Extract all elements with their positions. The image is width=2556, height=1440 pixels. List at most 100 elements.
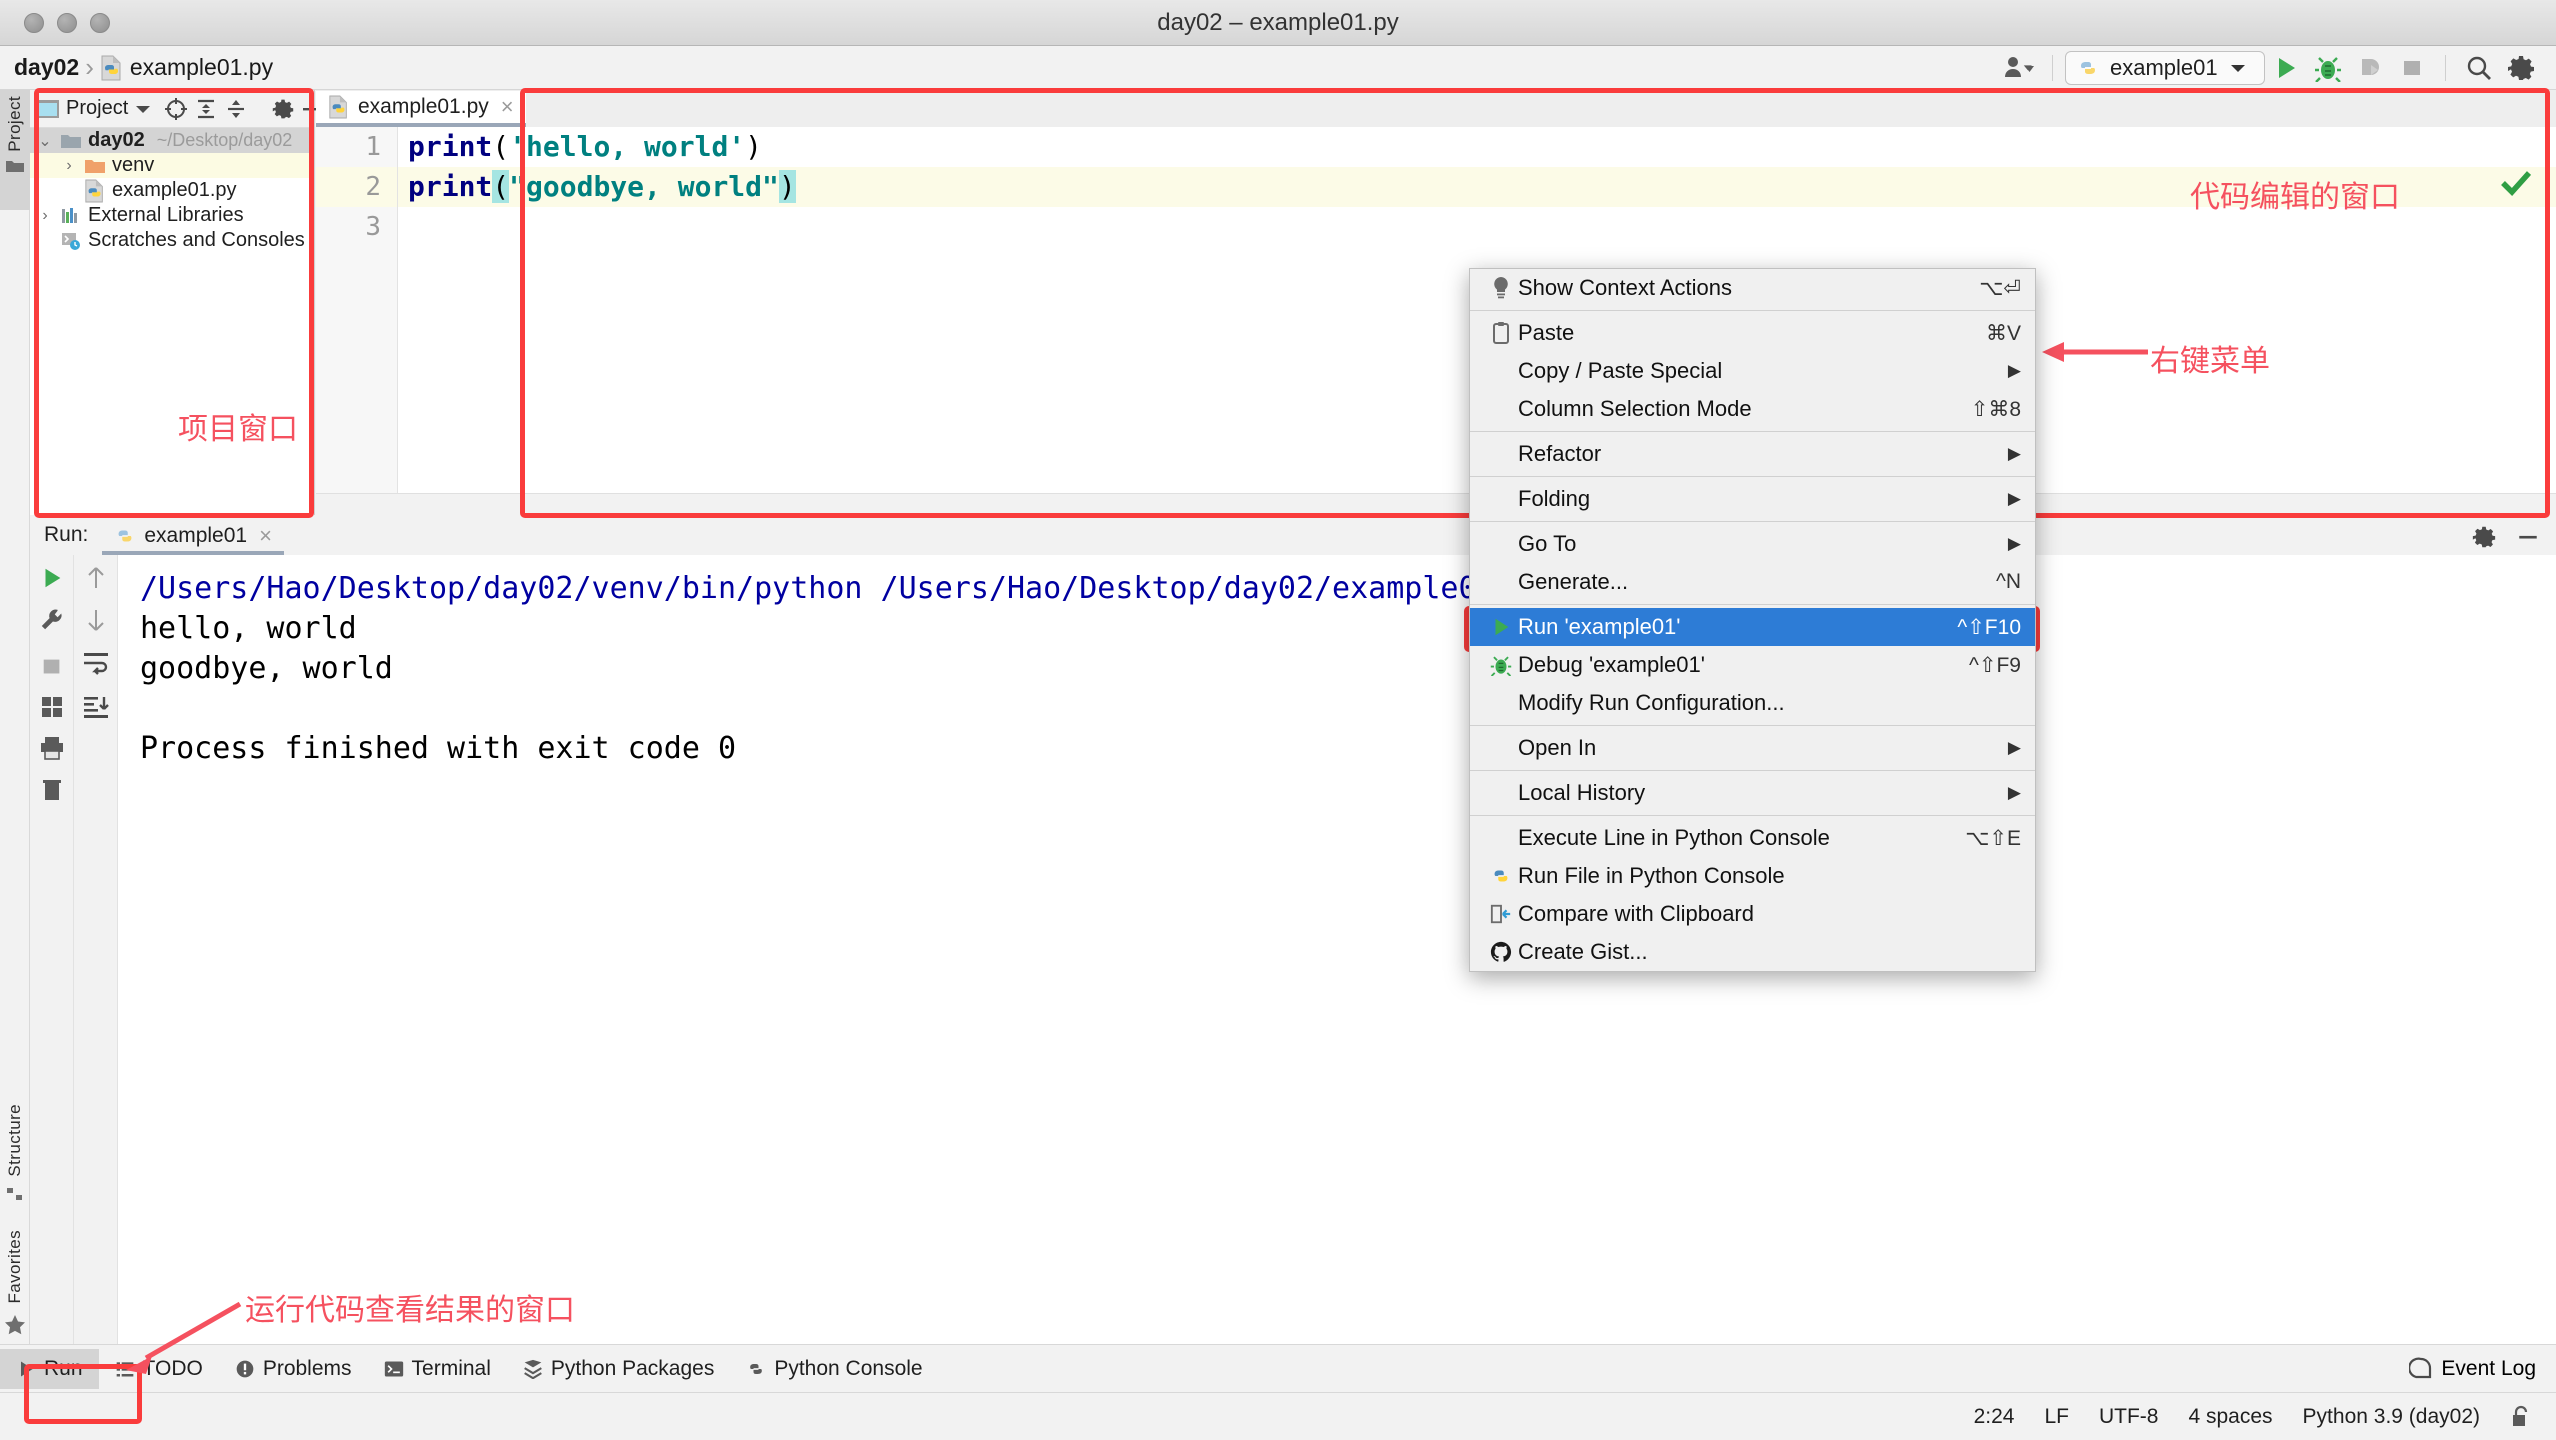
- menu-item-debug-example01[interactable]: Debug 'example01' ^⇧F9: [1470, 646, 2035, 684]
- breadcrumb-project[interactable]: day02: [14, 54, 79, 81]
- star-icon: [4, 1314, 26, 1336]
- expand-all-icon[interactable]: [194, 94, 218, 124]
- collapse-all-icon[interactable]: [224, 94, 248, 124]
- menu-item-generate[interactable]: Generate... ^N: [1470, 563, 2035, 601]
- chevron-right-icon[interactable]: ›: [36, 207, 54, 225]
- gear-icon[interactable]: [2472, 525, 2496, 549]
- stop-icon[interactable]: [40, 655, 64, 679]
- tree-item-venv[interactable]: › venv: [30, 153, 314, 178]
- project-view-icon: [36, 98, 60, 120]
- run-with-coverage-button[interactable]: [2349, 51, 2391, 85]
- window-title: day02 – example01.py: [0, 9, 2556, 37]
- hide-panel-icon[interactable]: [2516, 525, 2540, 549]
- menu-separator: [1470, 815, 2035, 816]
- close-icon[interactable]: ×: [259, 523, 272, 549]
- tab-example01-py[interactable]: example01.py ×: [316, 91, 526, 127]
- debug-button[interactable]: [2307, 51, 2349, 85]
- menu-item-shortcut: ^N: [1996, 570, 2021, 594]
- menu-item-shortcut: ⌥⇧E: [1965, 826, 2021, 851]
- rail-project-group: Project: [0, 90, 30, 210]
- menu-item-label: Execute Line in Python Console: [1518, 825, 1965, 851]
- caret-position[interactable]: 2:24: [1974, 1405, 2015, 1429]
- python-icon: [114, 525, 136, 547]
- lock-icon[interactable]: [2510, 1405, 2532, 1429]
- status-bar: 2:24 LF UTF-8 4 spaces Python 3.9 (day02…: [0, 1392, 2556, 1440]
- editor-context-menu[interactable]: Show Context Actions ⌥⏎ Paste ⌘V Copy / …: [1469, 268, 2036, 972]
- arrow-up-icon[interactable]: [83, 565, 109, 591]
- breadcrumb-file[interactable]: example01.py: [130, 54, 273, 81]
- run-configuration-name: example01: [2110, 55, 2218, 81]
- run-tool-window: Run: example01 ×: [30, 515, 2556, 1344]
- sidebar-item-project[interactable]: Project: [5, 96, 25, 152]
- search-icon[interactable]: [2458, 51, 2500, 85]
- sidebar-item-structure[interactable]: Structure: [5, 1104, 25, 1177]
- toolbar-divider: [2052, 55, 2053, 81]
- tree-item-external-libraries[interactable]: › External Libraries: [30, 203, 314, 228]
- menu-item-copy-paste-special[interactable]: Copy / Paste Special ▶: [1470, 352, 2035, 390]
- scroll-to-end-icon[interactable]: [81, 693, 111, 721]
- gear-icon[interactable]: [2500, 51, 2542, 85]
- run-tab-example01[interactable]: example01 ×: [102, 521, 284, 555]
- menu-item-run-file-in-python-console[interactable]: Run File in Python Console: [1470, 857, 2035, 895]
- menu-item-go-to[interactable]: Go To ▶: [1470, 525, 2035, 563]
- wrench-icon[interactable]: [39, 607, 65, 633]
- menu-item-open-in[interactable]: Open In ▶: [1470, 729, 2035, 767]
- submenu-arrow-icon: ▶: [2008, 361, 2021, 381]
- print-icon[interactable]: [39, 735, 65, 761]
- project-tree: ⌄ day02 ~/Desktop/day02 › venv: [30, 128, 314, 253]
- python-interpreter[interactable]: Python 3.9 (day02): [2303, 1405, 2480, 1429]
- structure-icon: [6, 1186, 24, 1202]
- bottom-tab-python-packages[interactable]: Python Packages: [507, 1349, 730, 1389]
- python-file-icon: [84, 179, 106, 203]
- event-log-button[interactable]: Event Log: [2409, 1357, 2556, 1381]
- console-output[interactable]: /Users/Hao/Desktop/day02/venv/bin/python…: [118, 555, 2556, 1344]
- grid-icon[interactable]: [40, 695, 64, 719]
- tree-item-label: day02: [88, 129, 145, 152]
- menu-item-folding[interactable]: Folding ▶: [1470, 480, 2035, 518]
- menu-item-compare-with-clipboard[interactable]: Compare with Clipboard: [1470, 895, 2035, 933]
- bottom-tab-terminal[interactable]: Terminal: [368, 1349, 507, 1389]
- code-token-paren: (: [492, 130, 509, 163]
- bottom-tab-label: Terminal: [412, 1357, 491, 1381]
- menu-item-show-context-actions[interactable]: Show Context Actions ⌥⏎: [1470, 269, 2035, 307]
- menu-item-modify-run-configuration[interactable]: Modify Run Configuration...: [1470, 684, 2035, 722]
- menu-separator: [1470, 310, 2035, 311]
- code-token-function: print: [408, 130, 492, 163]
- menu-item-execute-line-in-python-console[interactable]: Execute Line in Python Console ⌥⇧E: [1470, 819, 2035, 857]
- line-separator[interactable]: LF: [2044, 1405, 2069, 1429]
- sidebar-item-favorites[interactable]: Favorites: [5, 1230, 25, 1304]
- menu-item-shortcut: ⇧⌘8: [1971, 397, 2021, 422]
- chevron-down-icon[interactable]: ⌄: [36, 131, 54, 151]
- menu-item-create-gist[interactable]: Create Gist...: [1470, 933, 2035, 971]
- gear-icon[interactable]: [272, 94, 294, 124]
- run-button[interactable]: [2265, 51, 2307, 85]
- file-encoding[interactable]: UTF-8: [2099, 1405, 2159, 1429]
- rerun-icon[interactable]: [39, 565, 65, 591]
- python-icon: [1484, 865, 1518, 887]
- arrow-down-icon[interactable]: [83, 607, 109, 633]
- bottom-tab-run[interactable]: Run: [0, 1349, 99, 1389]
- menu-item-paste[interactable]: Paste ⌘V: [1470, 314, 2035, 352]
- bottom-tab-label: Problems: [263, 1357, 352, 1381]
- tree-item-day02[interactable]: ⌄ day02 ~/Desktop/day02: [30, 128, 314, 153]
- chevron-down-icon: [2228, 61, 2248, 75]
- tree-item-example01[interactable]: example01.py: [30, 178, 314, 203]
- indent-setting[interactable]: 4 spaces: [2188, 1405, 2272, 1429]
- trash-icon[interactable]: [39, 777, 65, 803]
- close-icon[interactable]: ×: [501, 94, 514, 120]
- bottom-tab-python-console[interactable]: Python Console: [730, 1349, 938, 1389]
- chevron-down-icon[interactable]: [134, 103, 152, 115]
- stop-button[interactable]: [2391, 51, 2433, 85]
- chevron-right-icon[interactable]: ›: [60, 157, 78, 175]
- select-opened-file-icon[interactable]: [164, 94, 188, 124]
- tree-item-scratches[interactable]: Scratches and Consoles: [30, 228, 314, 253]
- menu-item-refactor[interactable]: Refactor ▶: [1470, 435, 2035, 473]
- run-configuration-selector[interactable]: example01: [2065, 51, 2265, 85]
- user-icon[interactable]: [1998, 51, 2040, 85]
- menu-item-column-selection-mode[interactable]: Column Selection Mode ⇧⌘8: [1470, 390, 2035, 428]
- line-number-gutter: 1 2 3: [316, 127, 398, 493]
- soft-wrap-icon[interactable]: [81, 649, 111, 677]
- code-line-1[interactable]: print('hello, world'): [398, 127, 2556, 167]
- menu-item-local-history[interactable]: Local History ▶: [1470, 774, 2035, 812]
- menu-item-run-example01[interactable]: Run 'example01' ^⇧F10: [1470, 608, 2035, 646]
